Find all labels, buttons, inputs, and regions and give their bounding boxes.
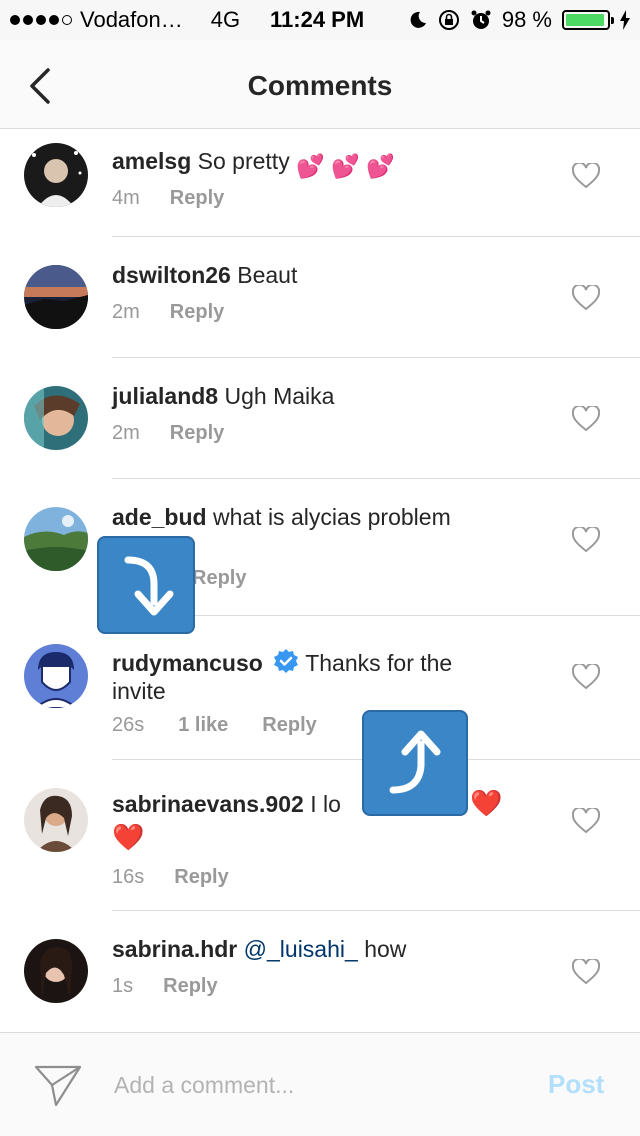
comment-time: 16s [112, 866, 145, 888]
comment-mention[interactable]: @_luisahi_ [244, 936, 358, 962]
comment-emoji: ❤️ [112, 822, 145, 852]
send-direct-icon[interactable] [34, 1063, 82, 1107]
comment-item: rudymancuso Thanks for the invite 26s 1 … [0, 616, 640, 760]
like-heart-icon[interactable] [572, 406, 600, 432]
comment-text: amelsg So pretty 💕 💕 💕 [112, 147, 542, 180]
avatar[interactable] [24, 507, 88, 571]
comment-body: how [364, 936, 407, 962]
comment-text: julialand8 Ugh Maika [112, 382, 542, 410]
comment-meta: 2m Reply [112, 301, 224, 324]
comment-text: sabrinaevans.902 I lo [112, 790, 362, 818]
battery-percent: 98 % [501, 7, 552, 32]
orientation-lock-icon [438, 10, 459, 30]
scroll-down-arrow-button[interactable] [97, 536, 195, 634]
reply-button[interactable]: Reply [174, 866, 228, 889]
like-count[interactable]: 1 like [178, 714, 228, 737]
curved-arrow-up-icon [389, 730, 441, 794]
comment-username[interactable]: dswilton26 [112, 262, 231, 288]
comment-item: sabrinaevans.902 I lo ❤️ ❤️ 16s Reply [0, 760, 640, 911]
alarm-icon [471, 10, 491, 29]
comment-composer: Post [0, 1032, 640, 1136]
avatar[interactable] [24, 788, 88, 852]
comment-username[interactable]: sabrina.hdr [112, 936, 237, 962]
comment-input[interactable] [114, 1067, 514, 1103]
charging-bolt-icon [620, 10, 630, 30]
comment-time: 2m [112, 422, 140, 444]
comment-time: 1s [112, 975, 134, 997]
heart-emoji: ❤️ [470, 788, 503, 818]
like-heart-icon[interactable] [572, 163, 600, 189]
comment-meta: 16s Reply [112, 866, 229, 889]
verified-badge-icon [274, 649, 299, 673]
comment-text: ade_bud what is alycias problem [112, 503, 542, 531]
status-bar: Vodafon… 4G 11:24 PM 98 % [0, 0, 640, 40]
reply-button[interactable]: Reply [163, 975, 217, 998]
avatar[interactable] [24, 644, 88, 708]
reply-button[interactable]: Reply [262, 714, 316, 737]
signal-strength-icon [10, 15, 72, 25]
comment-body: So pretty [197, 148, 290, 174]
comment-username[interactable]: amelsg [112, 148, 191, 174]
comment-meta: 4m Reply [112, 187, 224, 210]
network-type: 4G [210, 7, 241, 32]
comment-text: rudymancuso Thanks for the invite [112, 648, 512, 705]
comment-item: dswilton26 Beaut 2m Reply [0, 237, 640, 358]
avatar[interactable] [24, 386, 88, 450]
scroll-up-arrow-button[interactable] [362, 710, 468, 816]
curved-arrow-down-icon [124, 556, 174, 616]
comment-username[interactable]: julialand8 [112, 383, 218, 409]
comment-text: sabrina.hdr @_luisahi_ how [112, 935, 542, 963]
status-time: 11:24 PM [270, 7, 365, 32]
reply-button[interactable]: Reply [170, 422, 224, 445]
comment-meta: 1s Reply [112, 975, 218, 998]
page-title: Comments [247, 70, 393, 101]
reply-button[interactable]: Reply [170, 187, 224, 210]
comment-item: ade_bud what is alycias problem Reply [0, 479, 640, 616]
comment-body: Ugh Maika [224, 383, 335, 409]
post-button[interactable]: Post [548, 1069, 604, 1100]
reply-button[interactable]: Reply [192, 567, 246, 590]
nav-header: Comments [0, 40, 640, 129]
comment-username[interactable]: ade_bud [112, 504, 207, 530]
comment-time: 26s [112, 714, 145, 736]
comment-item: amelsg So pretty 💕 💕 💕 4m Reply [0, 129, 640, 237]
comment-time: 4m [112, 187, 140, 209]
comment-username[interactable]: rudymancuso [112, 650, 263, 676]
like-heart-icon[interactable] [572, 664, 600, 690]
comment-body: Beaut [237, 262, 298, 288]
comment-body: I lo [310, 791, 341, 817]
comment-meta: 2m Reply [112, 422, 224, 445]
comment-body: what is alycias problem [212, 504, 451, 530]
comment-item: julialand8 Ugh Maika 2m Reply [0, 358, 640, 479]
like-heart-icon[interactable] [572, 285, 600, 311]
battery-icon [562, 10, 614, 30]
moon-icon [410, 11, 426, 28]
like-heart-icon[interactable] [572, 527, 600, 553]
comment-username[interactable]: sabrinaevans.902 [112, 791, 304, 817]
comment-meta: Reply [192, 567, 246, 590]
like-heart-icon[interactable] [572, 808, 600, 834]
comment-time: 2m [112, 301, 140, 323]
comment-emoji: 💕 💕 💕 [296, 153, 395, 179]
reply-button[interactable]: Reply [170, 301, 224, 324]
avatar[interactable] [24, 265, 88, 329]
avatar[interactable] [24, 939, 88, 1003]
comment-text: dswilton26 Beaut [112, 261, 542, 289]
comment-item: sabrina.hdr @_luisahi_ how 1s Reply [0, 911, 640, 1032]
comment-meta: 26s 1 like Reply [112, 714, 317, 737]
like-heart-icon[interactable] [572, 959, 600, 985]
carrier-name: Vodafon… [80, 7, 183, 32]
avatar[interactable] [24, 143, 88, 207]
